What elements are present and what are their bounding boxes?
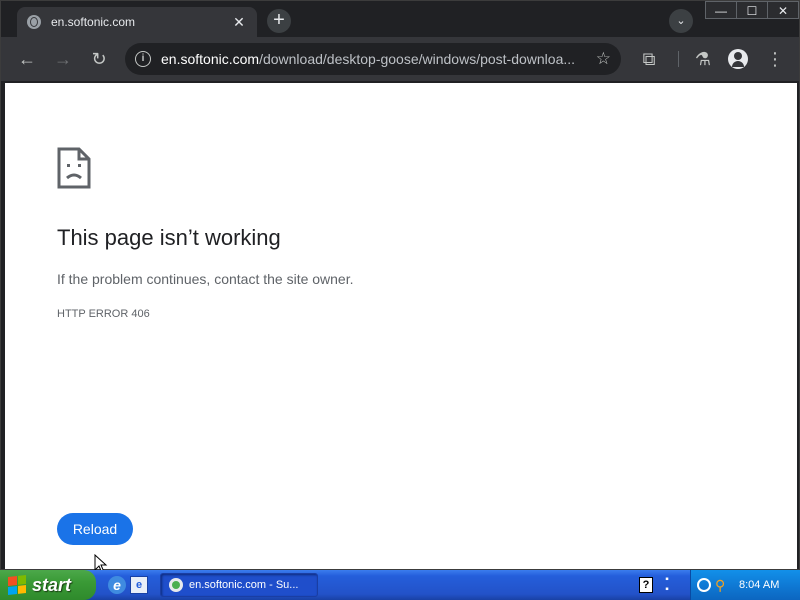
back-button[interactable]: ←	[15, 47, 39, 71]
toolbar-divider	[678, 51, 679, 67]
url-path: /download/desktop-goose/windows/post-dow…	[259, 51, 576, 67]
quick-launch-ie-icon[interactable]: e	[130, 576, 148, 594]
browser-toolbar: ← → ↻ i en.softonic.com/download/desktop…	[1, 37, 799, 81]
window-controls: — ☐ ✕	[705, 1, 799, 21]
labs-flask-icon[interactable]: ⚗	[691, 47, 715, 71]
taskbar: start e e en.softonic.com - Su... ? ▪ ▪ ⚲…	[0, 570, 800, 600]
new-tab-button[interactable]: +	[267, 9, 291, 33]
help-icon[interactable]: ?	[639, 577, 653, 593]
network-icon[interactable]: ▪ ▪	[660, 575, 674, 595]
taskbar-window-label: en.softonic.com - Su...	[189, 579, 299, 591]
system-tray: ⚲ 8:04 AM	[690, 570, 800, 600]
clock: 8:04 AM	[739, 579, 780, 591]
url-host: en.softonic.com	[161, 51, 260, 67]
forward-button[interactable]: →	[51, 47, 75, 71]
tab-close-icon[interactable]: ✕	[231, 14, 247, 31]
menu-kebab-icon[interactable]: ⋮	[763, 47, 787, 71]
address-bar[interactable]: i en.softonic.com/download/desktop-goose…	[125, 43, 621, 75]
error-message: If the problem continues, contact the si…	[57, 271, 354, 287]
error-title: This page isn’t working	[57, 225, 281, 250]
sad-page-icon	[57, 147, 91, 189]
windows-flag-icon	[8, 575, 26, 595]
profile-avatar-icon[interactable]	[728, 49, 748, 69]
close-window-button[interactable]: ✕	[767, 1, 799, 19]
page-content: This page isn’t working If the problem c…	[5, 83, 797, 569]
site-info-icon[interactable]: i	[135, 51, 151, 67]
minimize-button[interactable]: —	[705, 1, 737, 19]
tab-title: en.softonic.com	[51, 15, 136, 29]
browser-window: en.softonic.com ✕ + ⌄ — ☐ ✕ ← → ↻ i en.s…	[0, 0, 800, 570]
url-text[interactable]: en.softonic.com/download/desktop-goose/w…	[161, 51, 588, 67]
start-button[interactable]: start	[0, 570, 96, 600]
tab-active[interactable]: en.softonic.com ✕	[17, 7, 257, 37]
reload-icon-button[interactable]: ↻	[87, 47, 111, 71]
taskbar-window-button[interactable]: en.softonic.com - Su...	[160, 573, 318, 597]
reload-button[interactable]: Reload	[57, 513, 133, 545]
tray-status-icon[interactable]	[697, 578, 711, 592]
extensions-icon[interactable]: ⧉	[637, 47, 661, 71]
start-label: start	[32, 574, 72, 595]
globe-icon	[27, 15, 41, 29]
tab-search-button[interactable]: ⌄	[669, 9, 693, 33]
error-code: HTTP ERROR 406	[57, 308, 150, 320]
tray-search-icon[interactable]: ⚲	[715, 578, 729, 592]
internet-explorer-icon[interactable]: e	[108, 576, 126, 594]
tab-strip: en.softonic.com ✕ + ⌄ — ☐ ✕	[1, 1, 799, 37]
bookmark-star-icon[interactable]: ☆	[596, 49, 611, 69]
maximize-button[interactable]: ☐	[736, 1, 768, 19]
chrome-icon	[169, 578, 183, 592]
